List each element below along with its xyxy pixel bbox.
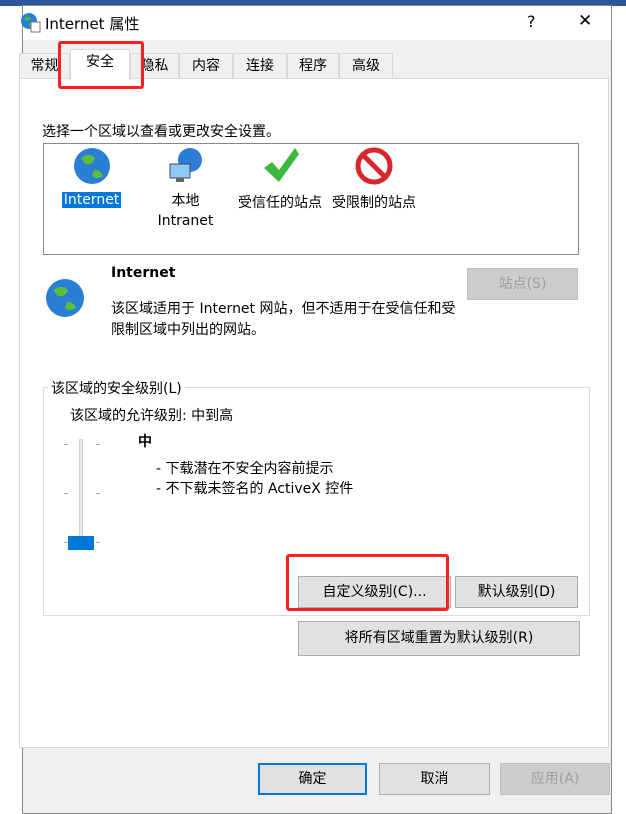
tab-connections[interactable]: 连接 (233, 53, 287, 79)
zone-label-restricted: 受限制的站点 (332, 195, 416, 211)
zone-list: Internet 本地 Intranet 受信任的站点 受限制的站点 (43, 143, 579, 255)
sites-button[interactable]: 站点(S) (467, 268, 578, 300)
zone-local-intranet[interactable]: 本地 Intranet (148, 146, 223, 231)
allowed-levels-text: 该区域的允许级别: 中到高 (70, 408, 234, 424)
level-item: - 下载潜在不安全内容前提示 (156, 461, 334, 477)
tab-programs[interactable]: 程序 (287, 53, 339, 79)
level-item: - 不下载未签名的 ActiveX 控件 (156, 481, 354, 497)
close-button[interactable]: ✕ (578, 11, 592, 31)
security-level-slider[interactable] (64, 439, 104, 551)
window-title: Internet 属性 (45, 15, 140, 33)
apply-button[interactable]: 应用(A) (500, 763, 610, 795)
zone-globe-icon (46, 279, 84, 317)
slider-thumb[interactable] (68, 536, 94, 550)
reset-all-zones-button[interactable]: 将所有区域重置为默认级别(R) (298, 621, 580, 656)
globe-icon (73, 148, 110, 184)
zone-label-internet: Internet (61, 192, 122, 208)
zone-description: 该区域适用于 Internet 网站，但不适用于在受信任和受限制区域中列出的网站… (111, 301, 456, 338)
tab-content[interactable]: 内容 (179, 53, 233, 79)
level-name: 中 (138, 434, 152, 450)
ok-button[interactable]: 确定 (258, 763, 367, 795)
cancel-button[interactable]: 取消 (379, 763, 490, 795)
ie-globe-icon (21, 13, 41, 33)
zone-internet[interactable]: Internet (54, 146, 129, 208)
highlight-box-security-tab (58, 41, 144, 89)
security-panel: 选择一个区域以查看或更改安全设置。 Internet 本地 Intranet 受… (19, 78, 609, 748)
group-label: 该区域的安全级别(L) (48, 378, 185, 398)
zone-trusted-sites[interactable]: 受信任的站点 (234, 146, 326, 212)
title-bar: Internet 属性 ? ✕ (21, 6, 611, 40)
zone-label-intranet: 本地 Intranet (157, 193, 214, 229)
internet-properties-dialog: Internet 属性 ? ✕ 常规 安全 隐私 内容 连接 程序 高级 选择一… (19, 5, 612, 814)
checkmark-icon (264, 148, 299, 182)
level-description: - 下载潜在不安全内容前提示 - 不下载未签名的 ActiveX 控件 (156, 459, 353, 499)
zone-label-trusted: 受信任的站点 (238, 195, 322, 211)
zone-title: Internet (111, 265, 176, 281)
instruction-text: 选择一个区域以查看或更改安全设置。 (42, 124, 280, 140)
tab-advanced[interactable]: 高级 (339, 53, 393, 79)
intranet-icon (169, 148, 202, 182)
zone-restricted-sites[interactable]: 受限制的站点 (328, 146, 420, 212)
highlight-box-custom-level (286, 554, 449, 611)
restricted-icon (355, 147, 393, 185)
help-button[interactable]: ? (527, 12, 536, 31)
default-level-button[interactable]: 默认级别(D) (455, 576, 578, 608)
